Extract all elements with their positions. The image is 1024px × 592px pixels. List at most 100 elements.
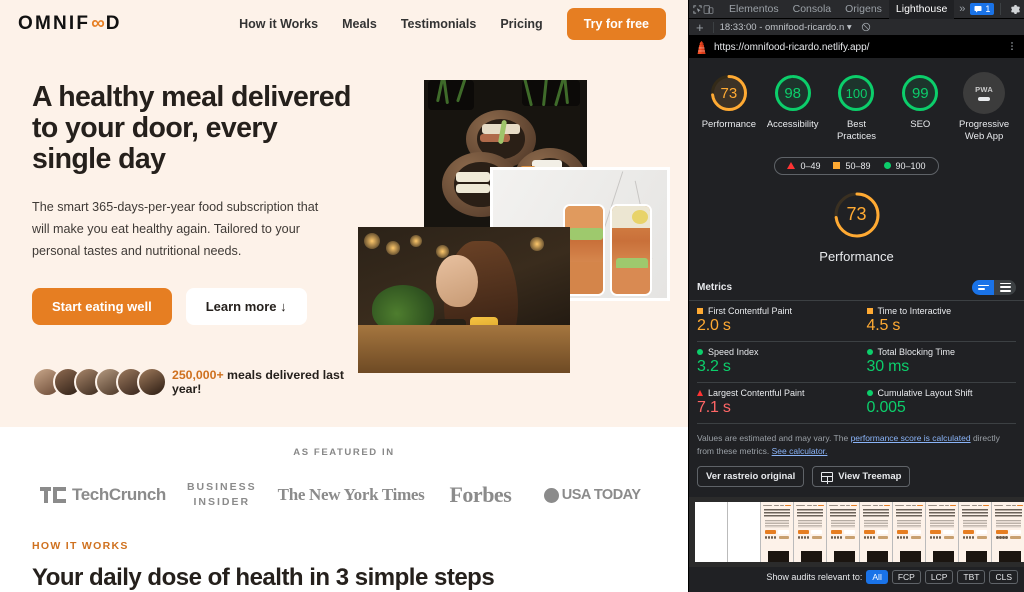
- nav-item-meals[interactable]: Meals: [342, 17, 377, 31]
- performance-summary-gauge: 73 Performance: [689, 175, 1024, 276]
- gauge-accessibility[interactable]: 98 Accessibility: [764, 72, 822, 143]
- gauge-pwa[interactable]: PWA Progressive Web App: [955, 72, 1013, 143]
- start-eating-well-button[interactable]: Start eating well: [32, 288, 172, 326]
- filmstrip-frame[interactable]: [959, 502, 992, 563]
- metric-time-to-interactive[interactable]: Time to Interactive 4.5 s: [856, 301, 1016, 342]
- treemap-icon: [821, 471, 834, 484]
- filmstrip-frame[interactable]: [728, 502, 761, 563]
- settings-gear-icon[interactable]: [1007, 1, 1024, 18]
- usa-today-dot-icon: [543, 487, 559, 503]
- performance-score-link[interactable]: performance score is calculated: [851, 433, 971, 443]
- metric-name-row: Total Blocking Time: [866, 347, 1017, 357]
- nav-item-pricing[interactable]: Pricing: [500, 17, 542, 31]
- more-tabs-icon[interactable]: »: [954, 3, 970, 15]
- site-header: OMNIF ∞ D How it Works Meals Testimonials …: [0, 0, 688, 48]
- report-kebab-menu-icon[interactable]: [1007, 40, 1017, 55]
- infinity-icon: ∞: [91, 13, 105, 34]
- audit-filter-bar: Show audits relevant to: All FCP LCP TBT…: [689, 567, 1024, 588]
- legend-range-average: 50–89: [845, 160, 871, 171]
- inspect-element-icon[interactable]: [692, 1, 703, 18]
- tab-elementos[interactable]: Elementos: [722, 0, 786, 19]
- filter-lcp[interactable]: LCP: [924, 570, 954, 585]
- hero-buttons: Start eating well Learn more ↓: [32, 288, 362, 326]
- filmstrip-frame[interactable]: [695, 502, 728, 563]
- accessibility-score: 98: [784, 84, 802, 102]
- message-count-badge[interactable]: 1: [970, 3, 995, 15]
- metric-label: Cumulative Layout Shift: [877, 387, 973, 398]
- device-toolbar-icon[interactable]: [703, 1, 714, 18]
- best-practices-label: Best Practices: [836, 119, 877, 142]
- metric-largest-contentful-paint[interactable]: Largest Contentful Paint 7.1 s: [697, 383, 857, 424]
- filter-tbt[interactable]: TBT: [957, 570, 986, 585]
- delivered-meals-text: 250,000+ meals delivered last year!: [172, 368, 362, 396]
- filmstrip-frame[interactable]: [860, 502, 893, 563]
- filmstrip-frame[interactable]: [926, 502, 959, 563]
- filter-cls[interactable]: CLS: [989, 570, 1018, 585]
- how-it-works-title: Your daily dose of health in 3 simple st…: [32, 564, 495, 592]
- metric-total-blocking-time[interactable]: Total Blocking Time 30 ms: [856, 342, 1017, 383]
- bi-line2: INSIDER: [193, 496, 251, 509]
- delivered-count: 250,000+: [172, 368, 224, 383]
- metric-name-row: Speed Index: [697, 347, 847, 357]
- learn-more-button[interactable]: Learn more ↓: [185, 288, 307, 326]
- website-preview: OMNIF ∞ D How it Works Meals Testimonials …: [0, 0, 688, 592]
- view-treemap-button[interactable]: View Treemap: [812, 466, 911, 488]
- metric-cumulative-layout-shift[interactable]: Cumulative Layout Shift 0.005: [856, 383, 1016, 424]
- run-label: 18:33:00 - omnifood-ricardo.n: [719, 21, 845, 33]
- filter-fcp[interactable]: FCP: [891, 570, 921, 585]
- view-original-trace-button[interactable]: Ver rastreio original: [697, 466, 805, 488]
- pwa-badge-label: PWA: [975, 85, 994, 95]
- legend-item-poor: 0–49: [787, 161, 820, 171]
- filmstrip-frame[interactable]: [827, 502, 860, 563]
- report-url[interactable]: https://omnifood-ricardo.netlify.app/: [714, 42, 1000, 53]
- metrics-compact-view-button[interactable]: [972, 279, 994, 295]
- metrics-expanded-view-button[interactable]: [994, 279, 1016, 295]
- see-calculator-link[interactable]: See calculator.: [772, 446, 828, 456]
- filmstrip-frame[interactable]: [992, 502, 1024, 563]
- accessibility-label: Accessibility: [766, 119, 819, 130]
- gauge-performance[interactable]: 73 Performance: [700, 72, 758, 143]
- try-for-free-button[interactable]: Try for free: [566, 8, 666, 40]
- bi-line1: BUSINESS: [186, 481, 257, 493]
- filmstrip-frame[interactable]: [794, 502, 827, 563]
- subbar-divider: [712, 21, 714, 33]
- tab-consola[interactable]: Consola: [786, 0, 839, 19]
- metric-first-contentful-paint[interactable]: First Contentful Paint 2.0 s: [697, 301, 857, 342]
- nav-item-testimonials[interactable]: Testimonials: [401, 17, 476, 31]
- devtools-panel: Elementos Consola Origens Lighthouse » 1: [688, 0, 1024, 592]
- clear-reports-icon[interactable]: [858, 19, 875, 36]
- circle-icon: [883, 162, 891, 170]
- filter-all[interactable]: All: [866, 570, 888, 585]
- toolbar-divider: [1000, 3, 1002, 15]
- audit-filter-label: Show audits relevant to:: [766, 572, 863, 583]
- new-report-icon[interactable]: +: [693, 20, 707, 35]
- nav-item-how-it-works[interactable]: How it Works: [239, 17, 318, 31]
- gauge-best-practices[interactable]: 100 Best Practices: [827, 72, 885, 143]
- seo-label: SEO: [910, 119, 931, 130]
- featured-logos: TechCrunch BUSINESS INSIDER The New York…: [0, 480, 688, 510]
- metric-speed-index[interactable]: Speed Index 3.2 s: [697, 342, 857, 383]
- performance-summary-score: 73: [846, 204, 867, 225]
- how-it-works-eyebrow: HOW IT WORKS: [32, 540, 129, 553]
- filmstrip-frame[interactable]: [893, 502, 926, 563]
- omnifood-logo[interactable]: OMNIF ∞ D: [18, 13, 122, 35]
- metric-value: 2.0 s: [697, 316, 731, 334]
- performance-summary-ring: 73: [831, 189, 883, 241]
- hero-section: OMNIF ∞ D How it Works Meals Testimonials …: [0, 0, 688, 427]
- usa-today-label: USA TODAY: [561, 487, 641, 504]
- tab-origens[interactable]: Origens: [838, 0, 889, 19]
- legend-range-poor: 0–49: [800, 160, 821, 171]
- gauge-seo[interactable]: 99 SEO: [891, 72, 949, 143]
- nyt-label: The New York Times: [277, 485, 425, 505]
- triangle-icon: [697, 389, 703, 396]
- tab-lighthouse[interactable]: Lighthouse: [888, 0, 955, 19]
- metric-value: 30 ms: [866, 357, 910, 375]
- pwa-badge: PWA: [963, 72, 1006, 114]
- message-count: 1: [985, 4, 991, 14]
- metrics-view-toggle: [972, 279, 1016, 295]
- screenshot-filmstrip: [689, 497, 1024, 568]
- filmstrip-frame[interactable]: [761, 502, 794, 563]
- run-selector[interactable]: 18:33:00 - omnifood-ricardo.n ▾: [720, 22, 852, 33]
- forbes-label: Forbes: [449, 482, 512, 508]
- logo-usa-today: USA TODAY: [536, 487, 648, 503]
